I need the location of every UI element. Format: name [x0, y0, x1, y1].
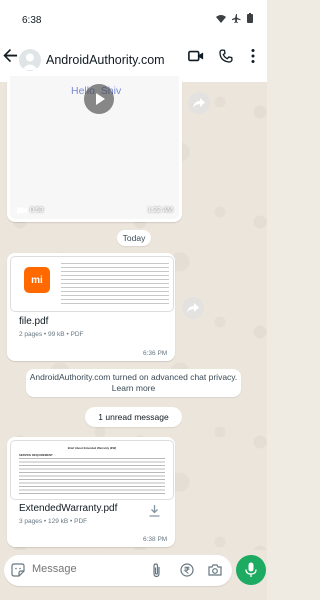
- wifi-icon: [216, 14, 226, 23]
- default-avatar-icon: [22, 53, 38, 70]
- play-icon: [96, 93, 105, 105]
- document-meta: 2 pages • 99 kB • PDF: [19, 331, 84, 338]
- microphone-icon: [245, 562, 257, 577]
- contact-avatar[interactable]: [19, 49, 41, 71]
- sticker-icon[interactable]: [11, 563, 25, 577]
- video-call-icon[interactable]: [188, 49, 204, 63]
- document-preview[interactable]: mi: [10, 256, 174, 312]
- back-arrow-icon[interactable]: [3, 48, 18, 63]
- message-input[interactable]: [30, 562, 134, 576]
- battery-icon: [247, 13, 253, 23]
- date-separator: Today: [117, 230, 151, 246]
- video-camera-icon: [17, 207, 27, 214]
- message-timestamp: 6:38 PM: [143, 536, 168, 543]
- video-duration: 0:53: [30, 207, 44, 214]
- mi-logo: mi: [24, 267, 50, 293]
- status-bar: 6:38: [0, 0, 267, 34]
- document-preview-heading: SERVICE REQUIREMENT: [19, 453, 53, 457]
- unread-label: 1 unread message: [98, 412, 169, 422]
- privacy-notice-text: AndroidAuthority.com turned on advanced …: [29, 372, 238, 382]
- download-icon[interactable]: [149, 505, 160, 517]
- document-filename: ExtendedWarranty.pdf: [19, 503, 118, 514]
- document-text-lines: [19, 458, 165, 496]
- document-meta: 3 pages • 129 kB • PDF: [19, 518, 88, 525]
- payment-icon[interactable]: [180, 563, 194, 577]
- forward-button[interactable]: [188, 92, 210, 114]
- chat-header: AndroidAuthority.com: [0, 34, 267, 82]
- forward-icon: [193, 98, 205, 108]
- voice-call-icon[interactable]: [219, 49, 233, 63]
- more-options-icon[interactable]: [251, 48, 255, 64]
- voice-message-button[interactable]: [236, 555, 266, 585]
- airplane-mode-icon: [232, 13, 241, 23]
- document-message[interactable]: mi file.pdf 2 pages • 99 kB • PDF 6:36 P…: [7, 253, 175, 361]
- video-message[interactable]: Hello, Shiv 0:53 1:22 AM: [7, 76, 182, 222]
- status-icons: [216, 13, 253, 23]
- document-filename: file.pdf: [19, 316, 49, 327]
- status-time: 6:38: [22, 15, 42, 26]
- unread-indicator: 1 unread message: [85, 407, 182, 427]
- privacy-notice: AndroidAuthority.com turned on advanced …: [26, 369, 241, 397]
- date-separator-label: Today: [122, 233, 146, 243]
- message-field[interactable]: [4, 555, 232, 586]
- learn-more-link[interactable]: Learn more: [26, 383, 241, 394]
- document-message[interactable]: Brief About Extended Warranty (EW) SERVI…: [7, 437, 175, 547]
- mi-logo-text: mi: [31, 274, 43, 286]
- forward-button[interactable]: [182, 297, 204, 319]
- contact-name[interactable]: AndroidAuthority.com: [46, 53, 165, 67]
- play-button[interactable]: [84, 84, 114, 114]
- forward-icon: [187, 303, 199, 313]
- document-preview-title: Brief About Extended Warranty (EW): [67, 446, 117, 450]
- video-timestamp: 1:22 AM: [147, 207, 173, 214]
- message-timestamp: 6:36 PM: [143, 350, 168, 357]
- document-preview[interactable]: Brief About Extended Warranty (EW) SERVI…: [10, 440, 174, 500]
- video-thumbnail[interactable]: Hello, Shiv 0:53 1:22 AM: [10, 76, 179, 219]
- camera-icon[interactable]: [208, 564, 222, 576]
- attach-icon[interactable]: [152, 563, 161, 578]
- document-text-lines: [61, 263, 169, 307]
- message-composer: [0, 550, 267, 600]
